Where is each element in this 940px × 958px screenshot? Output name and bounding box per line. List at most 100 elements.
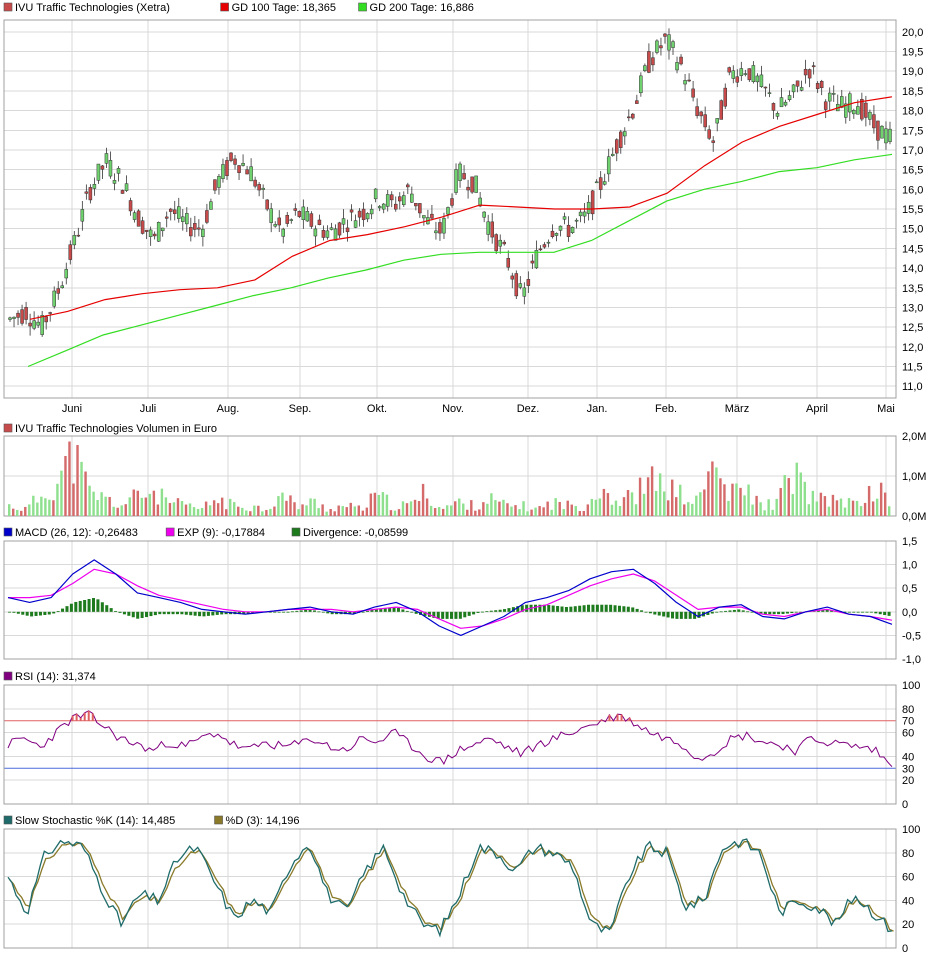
volume-bar	[638, 477, 642, 516]
volume-bar	[277, 496, 280, 516]
price-candle	[381, 203, 386, 210]
volume-bar	[867, 485, 871, 516]
volume-bar	[44, 498, 47, 516]
volume-bar	[56, 483, 59, 516]
stoch-series-k-line	[7, 838, 893, 938]
price-ytick-5: 17,5	[902, 125, 923, 137]
volume-bar	[172, 502, 176, 516]
price-candle	[237, 165, 241, 173]
macd-divergence-bar	[679, 611, 683, 619]
price-candle	[104, 153, 109, 164]
price-candle	[265, 199, 269, 210]
price-candle	[582, 211, 587, 217]
volume-bar	[474, 510, 477, 516]
volume-bar	[658, 473, 662, 516]
price-xtick-10: April	[806, 403, 828, 415]
price-candle	[48, 312, 52, 314]
macd-divergence-bar	[273, 611, 277, 613]
price-candle	[40, 315, 44, 335]
price-ytick-16: 12,0	[902, 342, 923, 354]
macd-legend-swatch-0	[3, 527, 13, 537]
volume-bar	[349, 502, 352, 516]
macd-divergence-bar	[52, 611, 56, 614]
volume-ytick-1: 1,0M	[902, 471, 926, 483]
volume-bar	[164, 497, 168, 516]
volume-bar	[305, 505, 308, 516]
price-ytick-17: 11,5	[902, 362, 923, 374]
macd-divergence-bar	[569, 606, 573, 612]
price-candle	[639, 75, 643, 94]
volume-bar	[630, 492, 634, 516]
volume-bar	[711, 461, 714, 516]
macd-divergence-bar	[777, 611, 781, 615]
macd-divergence-bar	[587, 604, 591, 612]
macd-divergence-bar	[69, 603, 73, 612]
macd-divergence-bar	[277, 611, 281, 613]
macd-divergence-bar	[600, 604, 604, 612]
price-candle	[651, 57, 655, 66]
price-candle	[281, 228, 286, 237]
price-candle	[635, 100, 639, 104]
price-candle	[181, 216, 185, 222]
price-candle	[393, 203, 398, 210]
macd-divergence-bar	[321, 611, 325, 613]
volume-bar	[433, 508, 437, 516]
stoch-ytick-4: 20	[902, 919, 914, 931]
price-candle	[623, 131, 627, 137]
macd-divergence-bar	[564, 606, 568, 612]
price-candle	[578, 211, 583, 217]
price-candle	[124, 183, 129, 191]
chart-stage: IVU Traffic Technologies (Xetra) GD 100 T…	[0, 0, 940, 958]
rsi-ytick-7: 0	[902, 799, 908, 811]
volume-bar	[879, 482, 883, 516]
price-candle	[64, 269, 69, 279]
volume-bar	[297, 509, 300, 516]
volume-bar	[409, 501, 413, 516]
volume-bar	[100, 492, 103, 516]
price-candle	[667, 34, 671, 51]
volume-bar	[40, 496, 43, 516]
volume-bar	[72, 483, 75, 516]
price-candle	[233, 158, 237, 165]
volume-bar	[389, 510, 393, 516]
macd-legend-swatch-1	[165, 527, 175, 537]
volume-legend-swatch-0	[3, 423, 13, 433]
price-legend-swatch-0	[3, 2, 13, 12]
price-candle	[438, 222, 442, 234]
price-candle	[659, 45, 663, 49]
price-legend-label-1: GD 100 Tage: 18,365	[232, 2, 336, 14]
volume-bar	[590, 498, 594, 516]
macd-divergence-bar	[193, 611, 197, 616]
volume-bar	[602, 488, 606, 516]
volume-bar	[570, 504, 573, 516]
volume-bar	[377, 494, 381, 516]
rsi-ytick-2: 70	[902, 716, 914, 728]
volume-bar	[787, 478, 790, 516]
volume-bar	[594, 499, 598, 516]
price-ytick-18: 11,0	[902, 381, 923, 393]
volume-bar	[530, 509, 533, 516]
volume-bar	[313, 498, 316, 516]
stoch-ytick-1: 80	[902, 848, 914, 860]
volume-bar	[815, 501, 819, 516]
macd-ytick-3: 0,0	[902, 607, 917, 619]
macd-divergence-bar	[175, 611, 179, 615]
rsi-legend-swatch-0	[3, 671, 13, 681]
price-candle	[261, 187, 265, 190]
volume-bar	[196, 508, 200, 516]
volume-bar	[534, 507, 537, 516]
macd-divergence-bar	[847, 611, 851, 613]
volume-bar	[831, 494, 835, 516]
volume-bar	[683, 504, 686, 516]
volume-bar	[140, 497, 144, 516]
price-candle	[655, 40, 659, 53]
macd-divergence-bar	[874, 611, 878, 614]
price-candle	[827, 92, 832, 102]
price-candle	[329, 227, 334, 230]
macd-ytick-0: 1,5	[902, 536, 917, 548]
price-candle	[719, 100, 723, 120]
price-candle	[707, 129, 711, 139]
macd-divergence-bar	[454, 611, 458, 619]
volume-bar	[606, 493, 610, 516]
macd-divergence-bar	[149, 611, 153, 617]
